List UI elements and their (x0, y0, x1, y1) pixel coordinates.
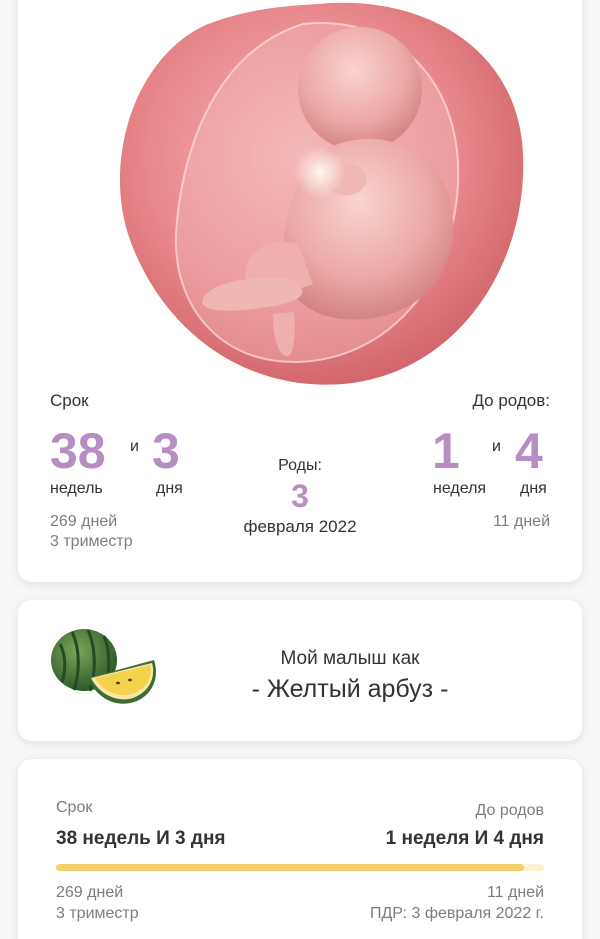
fetus-illustration (98, 0, 538, 389)
baby-size-card[interactable]: Мой малыш как - Желтый арбуз - (18, 600, 582, 741)
birth-day-number: 3 (291, 478, 309, 514)
until-days-number: 4 (515, 423, 543, 479)
pregnancy-status-card: Срок 38 и 3 недель дня 269 дней 3 тримес… (18, 0, 582, 582)
term-days-unit: дня (156, 480, 183, 497)
term-and-text: и (130, 438, 139, 455)
until-birth-label: До родов: (472, 391, 550, 410)
progress-trimester: 3 триместр (56, 905, 139, 922)
until-and-text: и (492, 438, 501, 455)
term-total-days: 269 дней (50, 513, 118, 530)
progress-total-days: 269 дней (56, 884, 124, 901)
progress-term-label: Срок (56, 799, 93, 816)
pregnancy-progress-fill (56, 864, 525, 871)
progress-card: Срок 38 недель И 3 дня До родов 1 неделя… (18, 759, 582, 939)
term-label: Срок (50, 391, 89, 410)
until-total-days: 11 дней (492, 513, 550, 530)
term-weeks-number: 38 (50, 423, 106, 479)
progress-due-date: ПДР: 3 февраля 2022 г. (369, 905, 544, 922)
progress-until-days: 11 дней (486, 884, 544, 901)
baby-size-title: Мой малыш как (280, 648, 420, 669)
progress-until-value: 1 неделя И 4 дня (385, 828, 544, 849)
progress-until-label: До родов (475, 802, 544, 819)
until-days-unit: дня (520, 480, 547, 497)
until-weeks-unit: неделя (433, 480, 487, 497)
birth-month-year: февраля 2022 (243, 517, 357, 536)
pregnancy-progress-bar (56, 864, 544, 871)
term-days-number: 3 (152, 423, 180, 479)
birth-label: Роды: (278, 457, 322, 474)
progress-term-value: 38 недель И 3 дня (56, 828, 226, 849)
term-trimester: 3 триместр (50, 533, 133, 550)
until-weeks-number: 1 (432, 423, 460, 479)
yellow-watermelon-icon (50, 626, 162, 712)
term-weeks-unit: недель (50, 480, 103, 497)
baby-size-fruit: - Желтый арбуз - (251, 675, 449, 703)
